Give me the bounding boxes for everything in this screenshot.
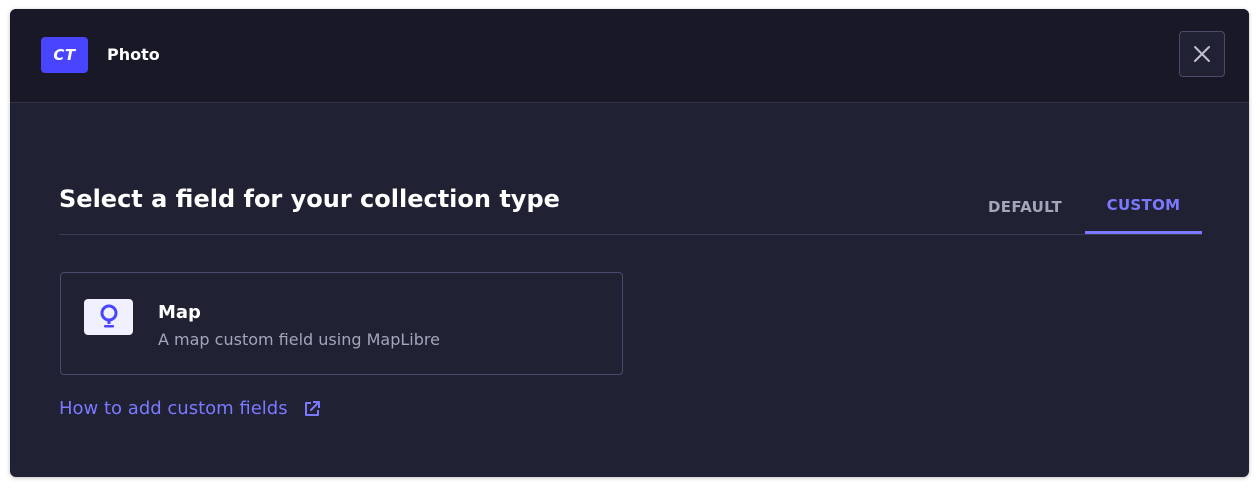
help-link-label: How to add custom fields	[59, 398, 288, 419]
content-type-badge: CT	[41, 37, 88, 73]
tabs-divider	[59, 234, 1202, 235]
map-pin-icon	[84, 299, 133, 335]
field-description: A map custom field using MapLibre	[158, 330, 440, 349]
tab-list: DEFAULT CUSTOM	[965, 179, 1202, 234]
modal-dialog: CT Photo Select a field for your collect…	[10, 9, 1249, 477]
close-button[interactable]	[1179, 31, 1225, 77]
modal-header: CT Photo	[10, 9, 1249, 103]
modal-title: Photo	[107, 45, 160, 64]
close-icon	[1194, 46, 1210, 62]
field-card-map[interactable]: Map A map custom field using MapLibre	[60, 272, 623, 375]
help-link[interactable]: How to add custom fields	[59, 397, 322, 421]
field-name: Map	[158, 302, 201, 323]
tab-default[interactable]: DEFAULT	[965, 179, 1085, 234]
section-title: Select a field for your collection type	[59, 185, 560, 213]
external-link-icon	[302, 399, 322, 419]
tab-custom[interactable]: CUSTOM	[1085, 179, 1202, 234]
